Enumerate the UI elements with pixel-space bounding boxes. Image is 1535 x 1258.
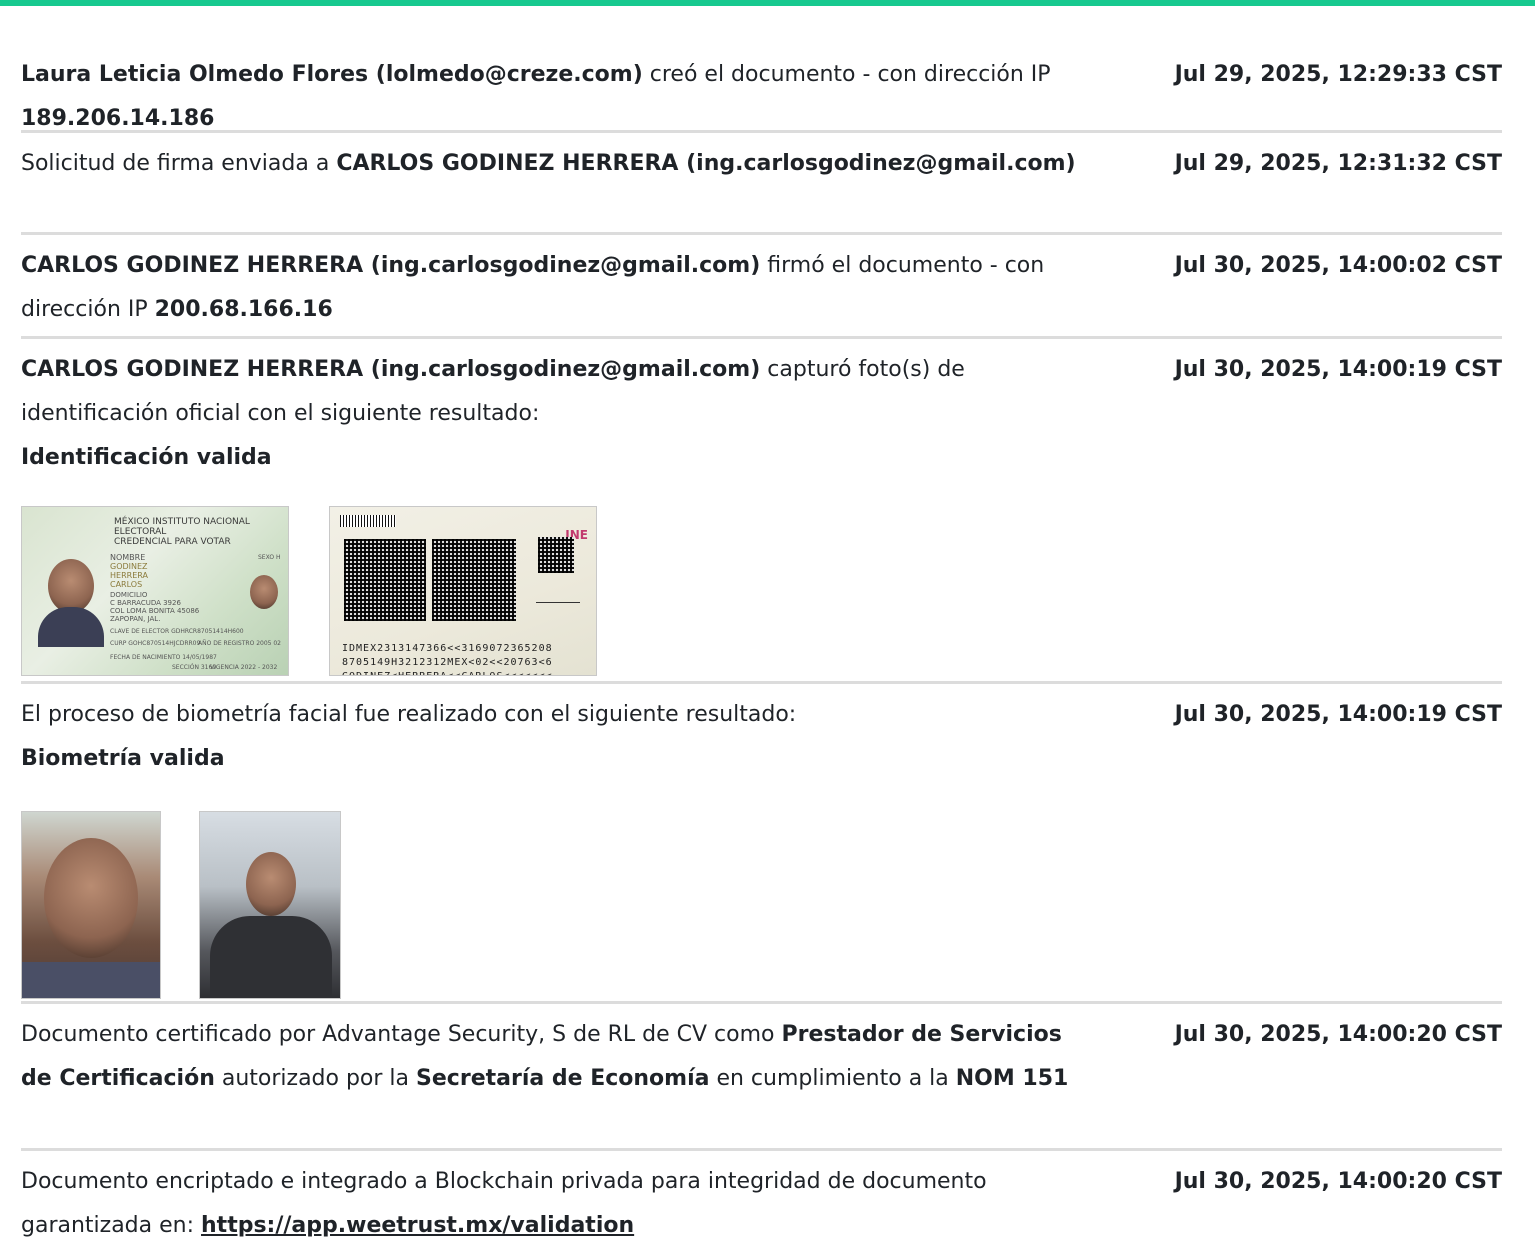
entry-timestamp: Jul 30, 2025, 14:00:20 CST (1174, 1022, 1502, 1047)
selfie-image[interactable] (199, 811, 341, 999)
id-card-back-image[interactable]: INE IDMEX2313147366<<3169072365208 87051… (329, 506, 597, 676)
id-card-address: DOMICILIO C BARRACUDA 3926 COL LOMA BONI… (110, 591, 200, 623)
entry-description: Documento encriptado e integrado a Block… (21, 1160, 1096, 1239)
selfie-face-icon (246, 852, 296, 916)
entry-text: creó el documento - con dirección IP (642, 62, 1051, 87)
entry-description: Solicitud de firma enviada a CARLOS GODI… (21, 142, 1096, 224)
entry-ip: 200.68.166.16 (154, 297, 333, 322)
log-entry: Documento certificado por Advantage Secu… (21, 1004, 1502, 1151)
selfie-shirt-icon (210, 916, 332, 998)
log-entry: CARLOS GODINEZ HERRERA (ing.carlosgodine… (21, 235, 1502, 339)
id-photo-small-face-icon (250, 575, 278, 609)
entry-description: CARLOS GODINEZ HERRERA (ing.carlosgodine… (21, 244, 1096, 328)
entry-recipient: CARLOS GODINEZ HERRERA (ing.carlosgodine… (336, 151, 1076, 176)
entry-actor: Laura Leticia Olmedo Flores (lolmedo@cre… (21, 62, 643, 87)
entry-text: Solicitud de firma enviada a (21, 151, 337, 176)
id-card-sex: SEXO H (258, 554, 281, 561)
qr-code-left-icon (344, 539, 426, 621)
entry-timestamp: Jul 29, 2025, 12:29:33 CST (1174, 62, 1502, 87)
id-card-clave: CLAVE DE ELECTOR GDHRCR87051414H600 (110, 628, 244, 635)
id-card-name: NOMBRE GODINEZ HERRERA CARLOS (110, 553, 148, 589)
entry-actor: CARLOS GODINEZ HERRERA (ing.carlosgodine… (21, 357, 761, 382)
log-entry: Laura Leticia Olmedo Flores (lolmedo@cre… (21, 44, 1502, 133)
biometric-photos (21, 811, 1096, 999)
id-card-registro: AÑO DE REGISTRO 2005 02 (198, 640, 282, 647)
validation-link[interactable]: https://app.weetrust.mx/validation (201, 1213, 634, 1238)
entry-description: El proceso de biometría facial fue reali… (21, 693, 1096, 999)
log-entry: Solicitud de firma enviada a CARLOS GODI… (21, 133, 1502, 235)
entry-timestamp: Jul 30, 2025, 14:00:20 CST (1174, 1169, 1502, 1194)
qr-code-small-icon (538, 537, 574, 573)
entry-norm: NOM 151 (955, 1066, 1069, 1091)
entry-description: Documento certificado por Advantage Secu… (21, 1013, 1096, 1140)
id-card-curp: CURP GOHC870514HJCDRR09 (110, 640, 201, 647)
id-photos: MÉXICO INSTITUTO NACIONAL ELECTORAL CRED… (21, 506, 1096, 676)
barcode-icon (340, 515, 396, 527)
signature-icon (536, 589, 580, 603)
id-face-crop-image[interactable] (21, 811, 161, 999)
log-entry: El proceso de biometría facial fue reali… (21, 684, 1502, 1004)
entry-text: Documento certificado por Advantage Secu… (21, 1022, 782, 1047)
entry-actor: CARLOS GODINEZ HERRERA (ing.carlosgodine… (21, 253, 761, 278)
entry-timestamp: Jul 30, 2025, 14:00:19 CST (1174, 702, 1502, 727)
entry-text: en cumplimiento a la (709, 1066, 956, 1091)
id-card-birthdate: FECHA DE NACIMIENTO 14/05/1987 (110, 654, 217, 661)
log-entry: CARLOS GODINEZ HERRERA (ing.carlosgodine… (21, 339, 1502, 684)
id-photo-body-icon (38, 607, 104, 647)
mrz-line-3: GODINEZ<HERRERA<<CARLOS<<<<<<< (342, 655, 553, 675)
entry-authority: Secretaría de Economía (416, 1066, 710, 1091)
entry-timestamp: Jul 29, 2025, 12:31:32 CST (1174, 151, 1502, 176)
entry-timestamp: Jul 30, 2025, 14:00:19 CST (1174, 357, 1502, 382)
id-card-header: MÉXICO INSTITUTO NACIONAL ELECTORAL CRED… (114, 517, 250, 547)
entry-description: CARLOS GODINEZ HERRERA (ing.carlosgodine… (21, 348, 1096, 676)
id-card-vigencia: VIGENCIA 2022 - 2032 (210, 664, 278, 671)
id-photo-face-icon (48, 559, 94, 613)
id-card-front-image[interactable]: MÉXICO INSTITUTO NACIONAL ELECTORAL CRED… (21, 506, 289, 676)
entry-timestamp: Jul 30, 2025, 14:00:02 CST (1174, 253, 1502, 278)
entry-text: El proceso de biometría facial fue reali… (21, 702, 797, 727)
entry-text: autorizado por la (214, 1066, 417, 1091)
entry-ip: 189.206.14.186 (21, 106, 215, 131)
qr-code-mid-icon (432, 539, 516, 621)
log-entry: Documento encriptado e integrado a Block… (21, 1151, 1502, 1247)
audit-log: Laura Leticia Olmedo Flores (lolmedo@cre… (21, 44, 1502, 1247)
entry-result: Identificación valida (21, 445, 272, 470)
entry-description: Laura Leticia Olmedo Flores (lolmedo@cre… (21, 53, 1096, 131)
face-icon (44, 838, 138, 958)
top-accent-bar (0, 0, 1535, 6)
shoulders-icon (22, 962, 160, 998)
entry-result: Biometría valida (21, 746, 225, 771)
